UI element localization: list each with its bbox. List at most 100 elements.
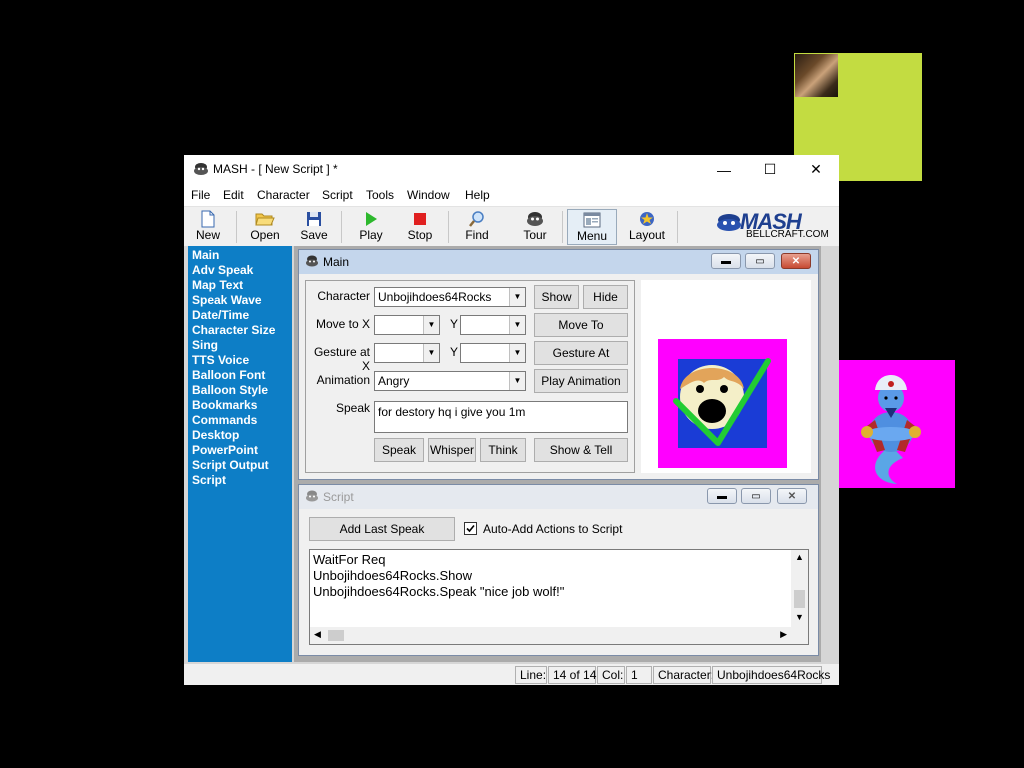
sidebar-item-date-time[interactable]: Date/Time bbox=[188, 308, 292, 323]
speak-button[interactable]: Speak bbox=[374, 438, 424, 462]
scrollbar-thumb[interactable] bbox=[794, 590, 805, 608]
show-button-label: Show bbox=[541, 290, 572, 304]
sidebar-item-main[interactable]: Main bbox=[188, 248, 292, 263]
script-minimize-button[interactable]: ▬ bbox=[707, 488, 737, 504]
sidebar-item-commands[interactable]: Commands bbox=[188, 413, 292, 428]
vertical-scrollbar[interactable]: ▲ ▼ bbox=[791, 550, 808, 628]
brand-logo: MASH BELLCRAFT.COM bbox=[716, 209, 838, 245]
menu-label: Menu bbox=[576, 229, 608, 243]
menu-script[interactable]: Script bbox=[322, 188, 353, 202]
sidebar-item-adv-speak[interactable]: Adv Speak bbox=[188, 263, 292, 278]
move-to-x-select[interactable]: ▼ bbox=[374, 315, 440, 335]
chevron-down-icon[interactable]: ▼ bbox=[509, 344, 525, 362]
whisper-button[interactable]: Whisper bbox=[428, 438, 476, 462]
sidebar-item-balloon-font[interactable]: Balloon Font bbox=[188, 368, 292, 383]
minimize-button[interactable]: — bbox=[701, 155, 747, 184]
show-button[interactable]: Show bbox=[534, 285, 579, 309]
menu-file[interactable]: File bbox=[191, 188, 210, 202]
gesture-at-button-label: Gesture At bbox=[552, 346, 610, 360]
main-minimize-button[interactable]: ▬ bbox=[711, 253, 741, 269]
horizontal-scrollbar[interactable]: ◀ ▶ bbox=[310, 627, 791, 644]
move-to-y-label: Y bbox=[449, 317, 458, 331]
menu-edit[interactable]: Edit bbox=[223, 188, 244, 202]
chevron-down-icon[interactable]: ▼ bbox=[423, 316, 439, 334]
tour-button[interactable]: Tour bbox=[510, 209, 560, 245]
move-to-button[interactable]: Move To bbox=[534, 313, 628, 337]
main-restore-button[interactable]: ▭ bbox=[745, 253, 775, 269]
menu-character[interactable]: Character bbox=[257, 188, 310, 202]
think-button[interactable]: Think bbox=[480, 438, 526, 462]
toolbar-separator bbox=[448, 211, 449, 243]
play-button[interactable]: Play bbox=[346, 209, 396, 245]
speak-text-input[interactable]: for destory hq i give you 1m bbox=[374, 401, 628, 433]
maximize-button[interactable]: ☐ bbox=[747, 155, 793, 184]
new-button[interactable]: New bbox=[183, 209, 233, 245]
script-window-caption[interactable]: Script ▬ ▭ ✕ bbox=[299, 485, 818, 509]
new-file-icon bbox=[201, 210, 215, 228]
chevron-right-icon[interactable]: ▶ bbox=[780, 629, 787, 640]
sidebar-item-balloon-style[interactable]: Balloon Style bbox=[188, 383, 292, 398]
move-to-y-select[interactable]: ▼ bbox=[460, 315, 526, 335]
animation-select[interactable]: Angry ▼ bbox=[374, 371, 526, 391]
save-button[interactable]: Save bbox=[289, 209, 339, 245]
minimize-icon: ▬ bbox=[721, 255, 731, 267]
think-button-label: Think bbox=[488, 443, 518, 457]
chevron-down-icon[interactable]: ▼ bbox=[509, 316, 525, 334]
script-close-button[interactable]: ✕ bbox=[777, 488, 807, 504]
find-magnifier-icon bbox=[469, 211, 484, 227]
play-icon bbox=[366, 212, 377, 226]
sidebar-item-map-text[interactable]: Map Text bbox=[188, 278, 292, 293]
play-animation-button[interactable]: Play Animation bbox=[534, 369, 628, 393]
sidebar-item-speak-wave[interactable]: Speak Wave bbox=[188, 293, 292, 308]
find-button[interactable]: Find bbox=[452, 209, 502, 245]
find-label: Find bbox=[465, 228, 489, 242]
menu-window[interactable]: Window bbox=[407, 188, 450, 202]
character-preview-frame bbox=[658, 339, 787, 468]
gesture-at-x-select[interactable]: ▼ bbox=[374, 343, 440, 363]
hide-button[interactable]: Hide bbox=[583, 285, 628, 309]
script-editor[interactable]: WaitFor Req Unbojihdoes64Rocks.Show Unbo… bbox=[309, 549, 809, 645]
open-button[interactable]: Open bbox=[240, 209, 290, 245]
auto-add-label: Auto-Add Actions to Script bbox=[483, 522, 623, 536]
close-button[interactable]: ✕ bbox=[793, 155, 839, 184]
chevron-down-icon[interactable]: ▼ bbox=[423, 344, 439, 362]
gesture-at-button[interactable]: Gesture At bbox=[534, 341, 628, 365]
chevron-down-icon[interactable]: ▼ bbox=[509, 288, 525, 306]
character-select[interactable]: Unbojihdoes64Rocks ▼ bbox=[374, 287, 526, 307]
sidebar-item-bookmarks[interactable]: Bookmarks bbox=[188, 398, 292, 413]
new-label: New bbox=[195, 228, 220, 242]
toolbar-separator bbox=[677, 211, 678, 243]
close-icon: ✕ bbox=[787, 490, 797, 502]
maximize-icon: ☐ bbox=[763, 161, 777, 177]
sidebar-item-sing[interactable]: Sing bbox=[188, 338, 292, 353]
floating-agent-genie[interactable] bbox=[827, 360, 955, 488]
chevron-left-icon[interactable]: ◀ bbox=[314, 629, 321, 640]
sidebar-item-desktop[interactable]: Desktop bbox=[188, 428, 292, 443]
main-close-button[interactable]: ✕ bbox=[781, 253, 811, 269]
auto-add-checkbox[interactable] bbox=[464, 522, 477, 535]
chevron-up-icon[interactable]: ▲ bbox=[795, 552, 804, 562]
layout-button[interactable]: Layout bbox=[622, 209, 672, 245]
restore-icon: ▭ bbox=[755, 255, 765, 267]
gesture-at-y-select[interactable]: ▼ bbox=[460, 343, 526, 363]
title-bar[interactable]: MASH - [ New Script ] * — ☐ ✕ bbox=[184, 155, 839, 184]
menu-help[interactable]: Help bbox=[465, 188, 490, 202]
chevron-down-icon[interactable]: ▼ bbox=[795, 612, 804, 622]
move-to-button-label: Move To bbox=[558, 318, 604, 332]
character-avatar-image bbox=[673, 358, 771, 448]
sidebar-item-script[interactable]: Script bbox=[188, 473, 292, 488]
sidebar-item-powerpoint[interactable]: PowerPoint bbox=[188, 443, 292, 458]
play-label: Play bbox=[359, 228, 383, 242]
script-restore-button[interactable]: ▭ bbox=[741, 488, 771, 504]
chevron-down-icon[interactable]: ▼ bbox=[509, 372, 525, 390]
menu-tools[interactable]: Tools bbox=[366, 188, 394, 202]
sidebar-item-script-output[interactable]: Script Output bbox=[188, 458, 292, 473]
sidebar-item-character-size[interactable]: Character Size bbox=[188, 323, 292, 338]
menu-toggle-button[interactable]: Menu bbox=[567, 209, 617, 245]
add-last-speak-button[interactable]: Add Last Speak bbox=[309, 517, 455, 541]
stop-button[interactable]: Stop bbox=[395, 209, 445, 245]
show-and-tell-button[interactable]: Show & Tell bbox=[534, 438, 628, 462]
scrollbar-thumb[interactable] bbox=[328, 630, 344, 641]
main-window-caption[interactable]: Main ▬ ▭ ✕ bbox=[299, 250, 818, 274]
sidebar-item-tts-voice[interactable]: TTS Voice bbox=[188, 353, 292, 368]
